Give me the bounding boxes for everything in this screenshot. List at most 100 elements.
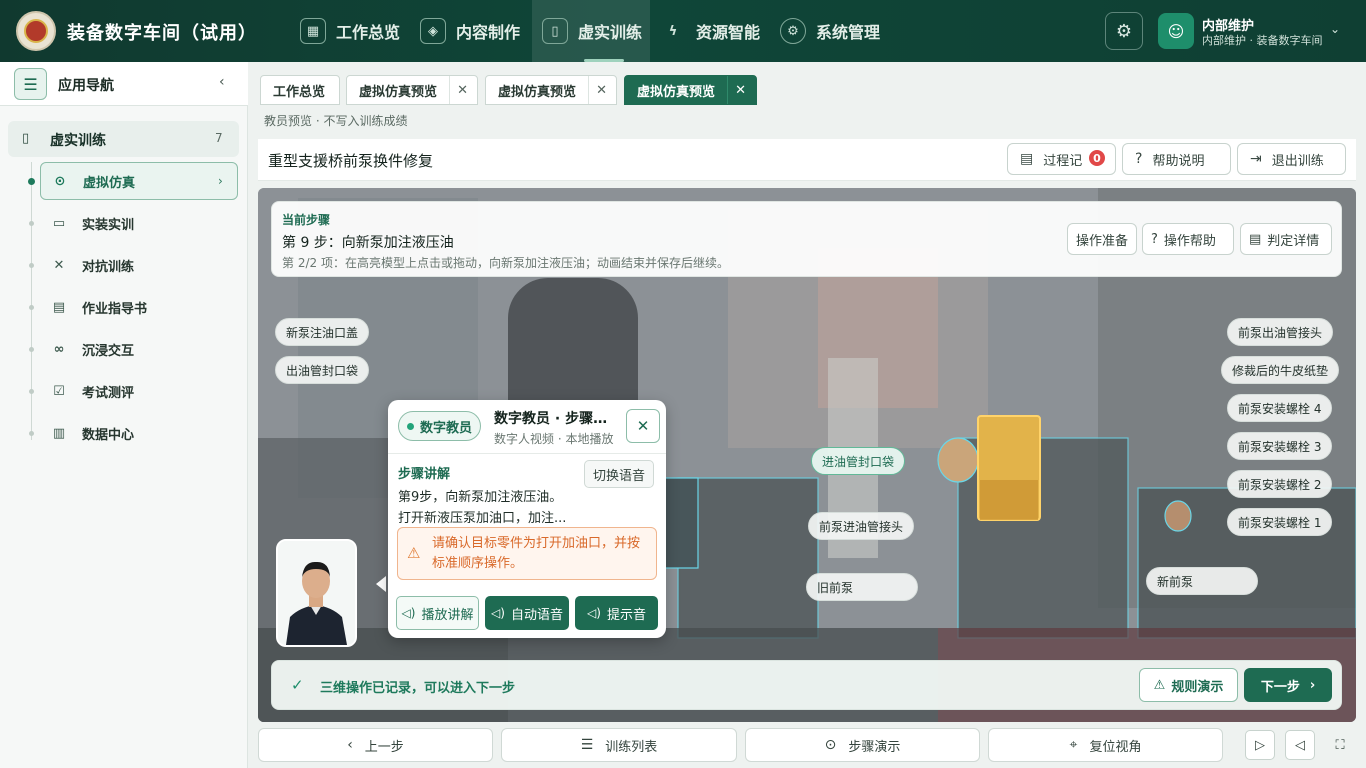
part-label[interactable]: 修裁后的牛皮纸垫 bbox=[1221, 356, 1340, 384]
toggle-right-panel-button[interactable]: ◁ bbox=[1285, 730, 1315, 760]
speaker-icon: ◁) bbox=[401, 606, 416, 620]
dialog-meta: 数字人视频 · 本地播放 bbox=[494, 432, 614, 446]
step-title: 第 9 步：向新泵加注液压油 bbox=[282, 235, 454, 251]
operation-prep-button[interactable]: 操作准备 bbox=[1067, 223, 1137, 255]
log-count-badge: 0 bbox=[1089, 150, 1105, 166]
part-label[interactable]: 前泵安装螺栓 2 bbox=[1227, 470, 1333, 498]
page-title: 重型支援桥前泵换件修复 bbox=[268, 152, 434, 170]
sidebar-item-exam[interactable]: ☑ 考试测评 bbox=[40, 372, 238, 410]
tab-sim-preview-2[interactable]: 虚拟仿真预览 ✕ bbox=[485, 75, 617, 105]
warning-icon: ⚠ bbox=[407, 544, 421, 562]
previous-step-button[interactable]: ‹ 上一步 bbox=[258, 728, 493, 762]
sidebar-group-count: 7 bbox=[215, 131, 223, 145]
chevron-down-icon[interactable]: ⌄ bbox=[1330, 22, 1340, 36]
fullscreen-icon: ⛶ bbox=[1335, 737, 1345, 753]
teacher-portrait bbox=[278, 541, 355, 645]
speaker-icon: ◁) bbox=[587, 606, 601, 620]
breadcrumb: 教员预览 · 不写入训练成绩 bbox=[264, 114, 408, 128]
divider bbox=[388, 453, 666, 454]
close-icon[interactable]: ✕ bbox=[588, 76, 614, 104]
status-text: 三维操作已记录，可以进入下一步 bbox=[320, 681, 516, 696]
judge-details-button[interactable]: ▤ 判定详情 bbox=[1240, 223, 1332, 255]
exit-training-button[interactable]: ⇥ 退出训练 bbox=[1237, 143, 1346, 175]
topnav-system[interactable]: ⚙ 系统管理 bbox=[770, 0, 894, 62]
sidebar-item-data[interactable]: ▥ 数据中心 bbox=[40, 414, 238, 452]
speaker-icon: ◁) bbox=[491, 606, 505, 620]
question-icon: ? bbox=[1135, 151, 1143, 167]
part-label[interactable]: 前泵安装螺栓 4 bbox=[1227, 394, 1333, 422]
auto-voice-button[interactable]: ◁) 自动语音 bbox=[485, 596, 569, 630]
play-narration-button[interactable]: ◁) 播放讲解 bbox=[396, 596, 479, 630]
close-icon[interactable]: ✕ bbox=[727, 76, 753, 104]
part-label[interactable]: 新前泵 bbox=[1146, 567, 1258, 595]
part-label[interactable]: 前泵安装螺栓 1 bbox=[1227, 508, 1333, 536]
narration-line: 打开新液压泵加油口，加注... bbox=[398, 511, 567, 526]
menu-icon: ☰ bbox=[23, 74, 38, 94]
part-label[interactable]: 前泵出油管接头 bbox=[1227, 318, 1334, 346]
switch-voice-button[interactable]: 切换语音 bbox=[584, 460, 655, 488]
sidebar-group-label: 虚实训练 bbox=[50, 133, 106, 149]
part-label[interactable]: 旧前泵 bbox=[806, 573, 918, 601]
collapse-sidebar-icon[interactable]: ‹ bbox=[219, 74, 225, 90]
chevron-right-icon: › bbox=[1309, 677, 1316, 693]
tree-dot bbox=[28, 178, 35, 185]
chevron-right-icon: › bbox=[218, 174, 223, 188]
sidebar-group-training[interactable] bbox=[8, 121, 239, 157]
close-dialog-button[interactable]: ✕ bbox=[626, 409, 660, 443]
sidebar-item-immersive[interactable]: ∞ 沉浸交互 bbox=[40, 330, 238, 368]
sidebar-title: 应用导航 bbox=[58, 78, 114, 94]
settings-button[interactable]: ⚙ bbox=[1105, 12, 1143, 50]
panel-left-icon: ▷ bbox=[1255, 737, 1265, 753]
topnav-resources[interactable]: ϟ 资源智能 bbox=[650, 0, 774, 62]
operation-help-button[interactable]: ? 操作帮助 bbox=[1142, 223, 1234, 255]
part-label-highlighted[interactable]: 进油管封口袋 bbox=[811, 447, 906, 475]
topnav-overview[interactable]: ▦ 工作总览 bbox=[290, 0, 406, 62]
tree-dot bbox=[29, 221, 34, 226]
logo bbox=[16, 11, 56, 51]
part-label[interactable]: 前泵安装螺栓 3 bbox=[1227, 432, 1333, 460]
check-icon: ✓ bbox=[291, 676, 304, 694]
user-icon: ☺ bbox=[1167, 21, 1185, 41]
topnav-training[interactable]: ▯ 虚实训练 bbox=[532, 0, 650, 62]
training-list-button[interactable]: ☰ 训练列表 bbox=[501, 728, 737, 762]
digital-teacher-avatar[interactable] bbox=[276, 539, 357, 647]
menu-toggle-button[interactable]: ☰ bbox=[14, 68, 47, 100]
part-label[interactable]: 出油管封口袋 bbox=[275, 356, 370, 384]
gear-icon: ⚙ bbox=[1115, 20, 1133, 42]
rule-demo-button[interactable]: ⚠ 规则演示 bbox=[1139, 668, 1238, 702]
tree-dot bbox=[29, 389, 34, 394]
help-button[interactable]: ? 帮助说明 bbox=[1122, 143, 1231, 175]
sidebar-item-combat[interactable]: ✕ 对抗训练 bbox=[40, 246, 238, 284]
close-icon[interactable]: ✕ bbox=[449, 76, 475, 104]
narration-line: 第9步，向新泵加注液压油。 bbox=[398, 490, 563, 505]
tab-sim-preview-1[interactable]: 虚拟仿真预览 ✕ bbox=[346, 75, 478, 105]
step-instruction: 第 2/2 项：在高亮模型上点击或拖动，向新泵加注液压油；动画结束并保存后继续。 bbox=[282, 256, 729, 270]
reset-view-button[interactable]: ⌖ 复位视角 bbox=[988, 728, 1223, 762]
step-kicker: 当前步骤 bbox=[282, 213, 331, 227]
step-demo-button[interactable]: ⊙ 步骤演示 bbox=[745, 728, 980, 762]
sidebar-item-guide[interactable]: ▤ 作业指导书 bbox=[40, 288, 238, 326]
grid-icon: ▦ bbox=[300, 18, 326, 44]
panel-right-icon: ◁ bbox=[1295, 737, 1305, 753]
digital-teacher-badge: 数字教员 bbox=[398, 411, 482, 441]
part-label[interactable]: 前泵进油管接头 bbox=[808, 512, 915, 540]
tab-overview[interactable]: 工作总览 bbox=[260, 75, 340, 105]
dialog-pointer bbox=[376, 576, 386, 592]
part-label[interactable]: 新泵注油口盖 bbox=[275, 318, 370, 346]
question-icon: ? bbox=[1151, 231, 1158, 247]
sidebar-item-equipment[interactable]: ▭ 实装实训 bbox=[40, 204, 238, 242]
book-icon: ▯ bbox=[542, 18, 568, 44]
fullscreen-button[interactable]: ⛶ bbox=[1325, 730, 1355, 760]
next-step-button[interactable]: 下一步 › bbox=[1244, 668, 1332, 702]
section-title: 步骤讲解 bbox=[398, 467, 451, 482]
prompt-tone-button[interactable]: ◁) 提示音 bbox=[575, 596, 658, 630]
user-avatar[interactable]: ☺ bbox=[1158, 13, 1194, 49]
combat-icon: ✕ bbox=[53, 257, 65, 273]
topnav-content[interactable]: ◈ 内容制作 bbox=[410, 0, 534, 62]
tree-dot bbox=[29, 431, 34, 436]
toggle-left-panel-button[interactable]: ▷ bbox=[1245, 730, 1275, 760]
sidebar-item-virtual-sim[interactable]: ⊙ 虚拟仿真 bbox=[40, 162, 238, 200]
close-icon: ✕ bbox=[636, 417, 650, 435]
tab-sim-preview-3[interactable]: 虚拟仿真预览 ✕ bbox=[624, 75, 757, 105]
crosshair-icon: ⌖ bbox=[1069, 737, 1078, 753]
